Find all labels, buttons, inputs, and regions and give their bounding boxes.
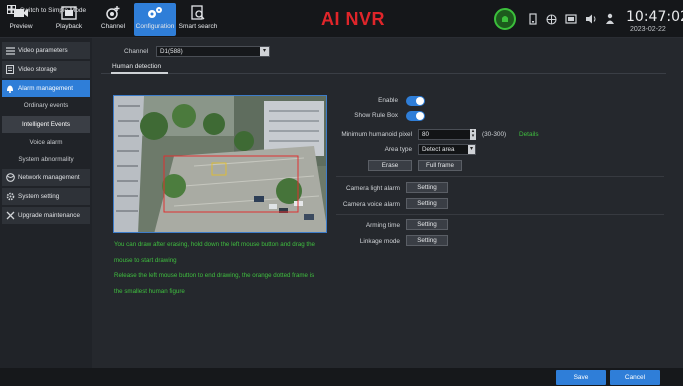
simple-mode-toggle[interactable]: Switch to Simple Mode	[7, 5, 86, 16]
display-icon[interactable]	[565, 12, 577, 26]
pixel-stepper[interactable]: ▴ ▾	[470, 129, 476, 140]
area-type-select[interactable]: Detect area ▾	[418, 144, 476, 155]
recording-status-icon[interactable]	[494, 8, 516, 30]
camera-light-alarm-setting-button[interactable]: Setting	[406, 182, 448, 193]
camera-voice-alarm-setting-button[interactable]: Setting	[406, 198, 448, 209]
channel-select[interactable]: D1(588) ▾	[156, 46, 270, 57]
min-humanoid-pixel-range: (30-300)	[482, 131, 507, 138]
volume-icon[interactable]	[585, 12, 597, 26]
sidebar-sub-system-abnormality[interactable]: System abnormality	[2, 151, 90, 168]
chevron-down-icon: ▾	[260, 47, 269, 56]
min-humanoid-pixel-input[interactable]: 80	[418, 129, 474, 140]
section-divider	[336, 176, 664, 177]
storage-box-icon	[2, 65, 18, 74]
simple-mode-icon	[7, 5, 16, 16]
gear-icon	[144, 3, 166, 23]
camera-light-alarm-label: Camera light alarm	[346, 185, 400, 192]
storage-icon[interactable]	[527, 12, 539, 26]
area-type-label: Area type	[384, 146, 412, 153]
details-link[interactable]: Details	[519, 131, 539, 138]
tab-divider	[101, 73, 666, 74]
arming-time-label: Arming time	[365, 222, 400, 229]
camera-voice-alarm-label: Camera voice alarm	[342, 201, 400, 208]
list-icon	[2, 46, 18, 55]
arming-time-setting-button[interactable]: Setting	[406, 219, 448, 230]
hint-line-1: You can draw after erasing, hold down th…	[114, 241, 315, 248]
tools-icon	[2, 211, 18, 220]
full-frame-button[interactable]: Full frame	[418, 160, 462, 171]
search-doc-icon	[187, 3, 209, 23]
linkage-mode-label: Linkage mode	[359, 238, 400, 245]
nav-smart-search[interactable]: Smart search	[178, 3, 218, 36]
sidebar-item-network-management[interactable]: Network management	[2, 169, 90, 186]
clock-date: 2023-02-22	[630, 26, 666, 33]
channel-label: Channel	[124, 48, 149, 55]
settings-gear-icon	[2, 192, 18, 201]
linkage-mode-setting-button[interactable]: Setting	[406, 235, 448, 246]
show-rule-box-toggle[interactable]	[406, 111, 425, 121]
enable-toggle[interactable]	[406, 96, 425, 106]
sidebar-sub-ordinary-events[interactable]: Ordinary events	[2, 97, 90, 114]
clock-time: 10:47:02	[626, 9, 683, 25]
tab-underline	[111, 72, 168, 74]
hint-line-3: Release the left mouse button to end dra…	[114, 272, 315, 279]
sidebar-item-video-parameters[interactable]: Video parameters	[2, 42, 90, 59]
camera-preview[interactable]	[113, 95, 327, 233]
sidebar-sub-intelligent-events[interactable]: Intelligent Events	[2, 116, 90, 133]
tab-human-detection[interactable]: Human detection	[112, 63, 161, 70]
bell-icon	[2, 84, 18, 93]
sidebar-item-system-setting[interactable]: System setting	[2, 188, 90, 205]
sidebar-item-video-storage[interactable]: Video storage	[2, 61, 90, 78]
nav-channel[interactable]: Channel	[98, 3, 128, 36]
network-globe-icon[interactable]	[545, 12, 557, 26]
channel-add-icon	[102, 3, 124, 23]
nav-configuration[interactable]: Configuration	[134, 3, 176, 36]
hint-line-2: mouse to start drawing	[114, 257, 177, 264]
hint-line-4: the smallest human figure	[114, 288, 185, 295]
erase-button[interactable]: Erase	[368, 160, 412, 171]
section-divider-2	[336, 214, 664, 215]
save-button[interactable]: Save	[556, 370, 606, 385]
sidebar-sub-voice-alarm[interactable]: Voice alarm	[2, 134, 90, 151]
show-rule-box-label: Show Rule Box	[354, 112, 398, 119]
camera-scene-image	[114, 96, 326, 232]
brand-logo: AI NVR	[321, 9, 386, 29]
sidebar-item-alarm-management[interactable]: Alarm management	[2, 80, 90, 97]
enable-label: Enable	[378, 97, 398, 104]
min-humanoid-pixel-label: Minimum humanoid pixel	[341, 131, 412, 138]
cancel-button[interactable]: Cancel	[610, 370, 660, 385]
chevron-down-icon: ▾	[468, 145, 475, 154]
user-logout-icon[interactable]	[604, 12, 616, 26]
sidebar-item-upgrade-maintenance[interactable]: Upgrade maintenance	[2, 207, 90, 224]
network-icon	[2, 173, 18, 182]
top-bar: Preview Playback Channel Configuration S…	[0, 0, 683, 38]
